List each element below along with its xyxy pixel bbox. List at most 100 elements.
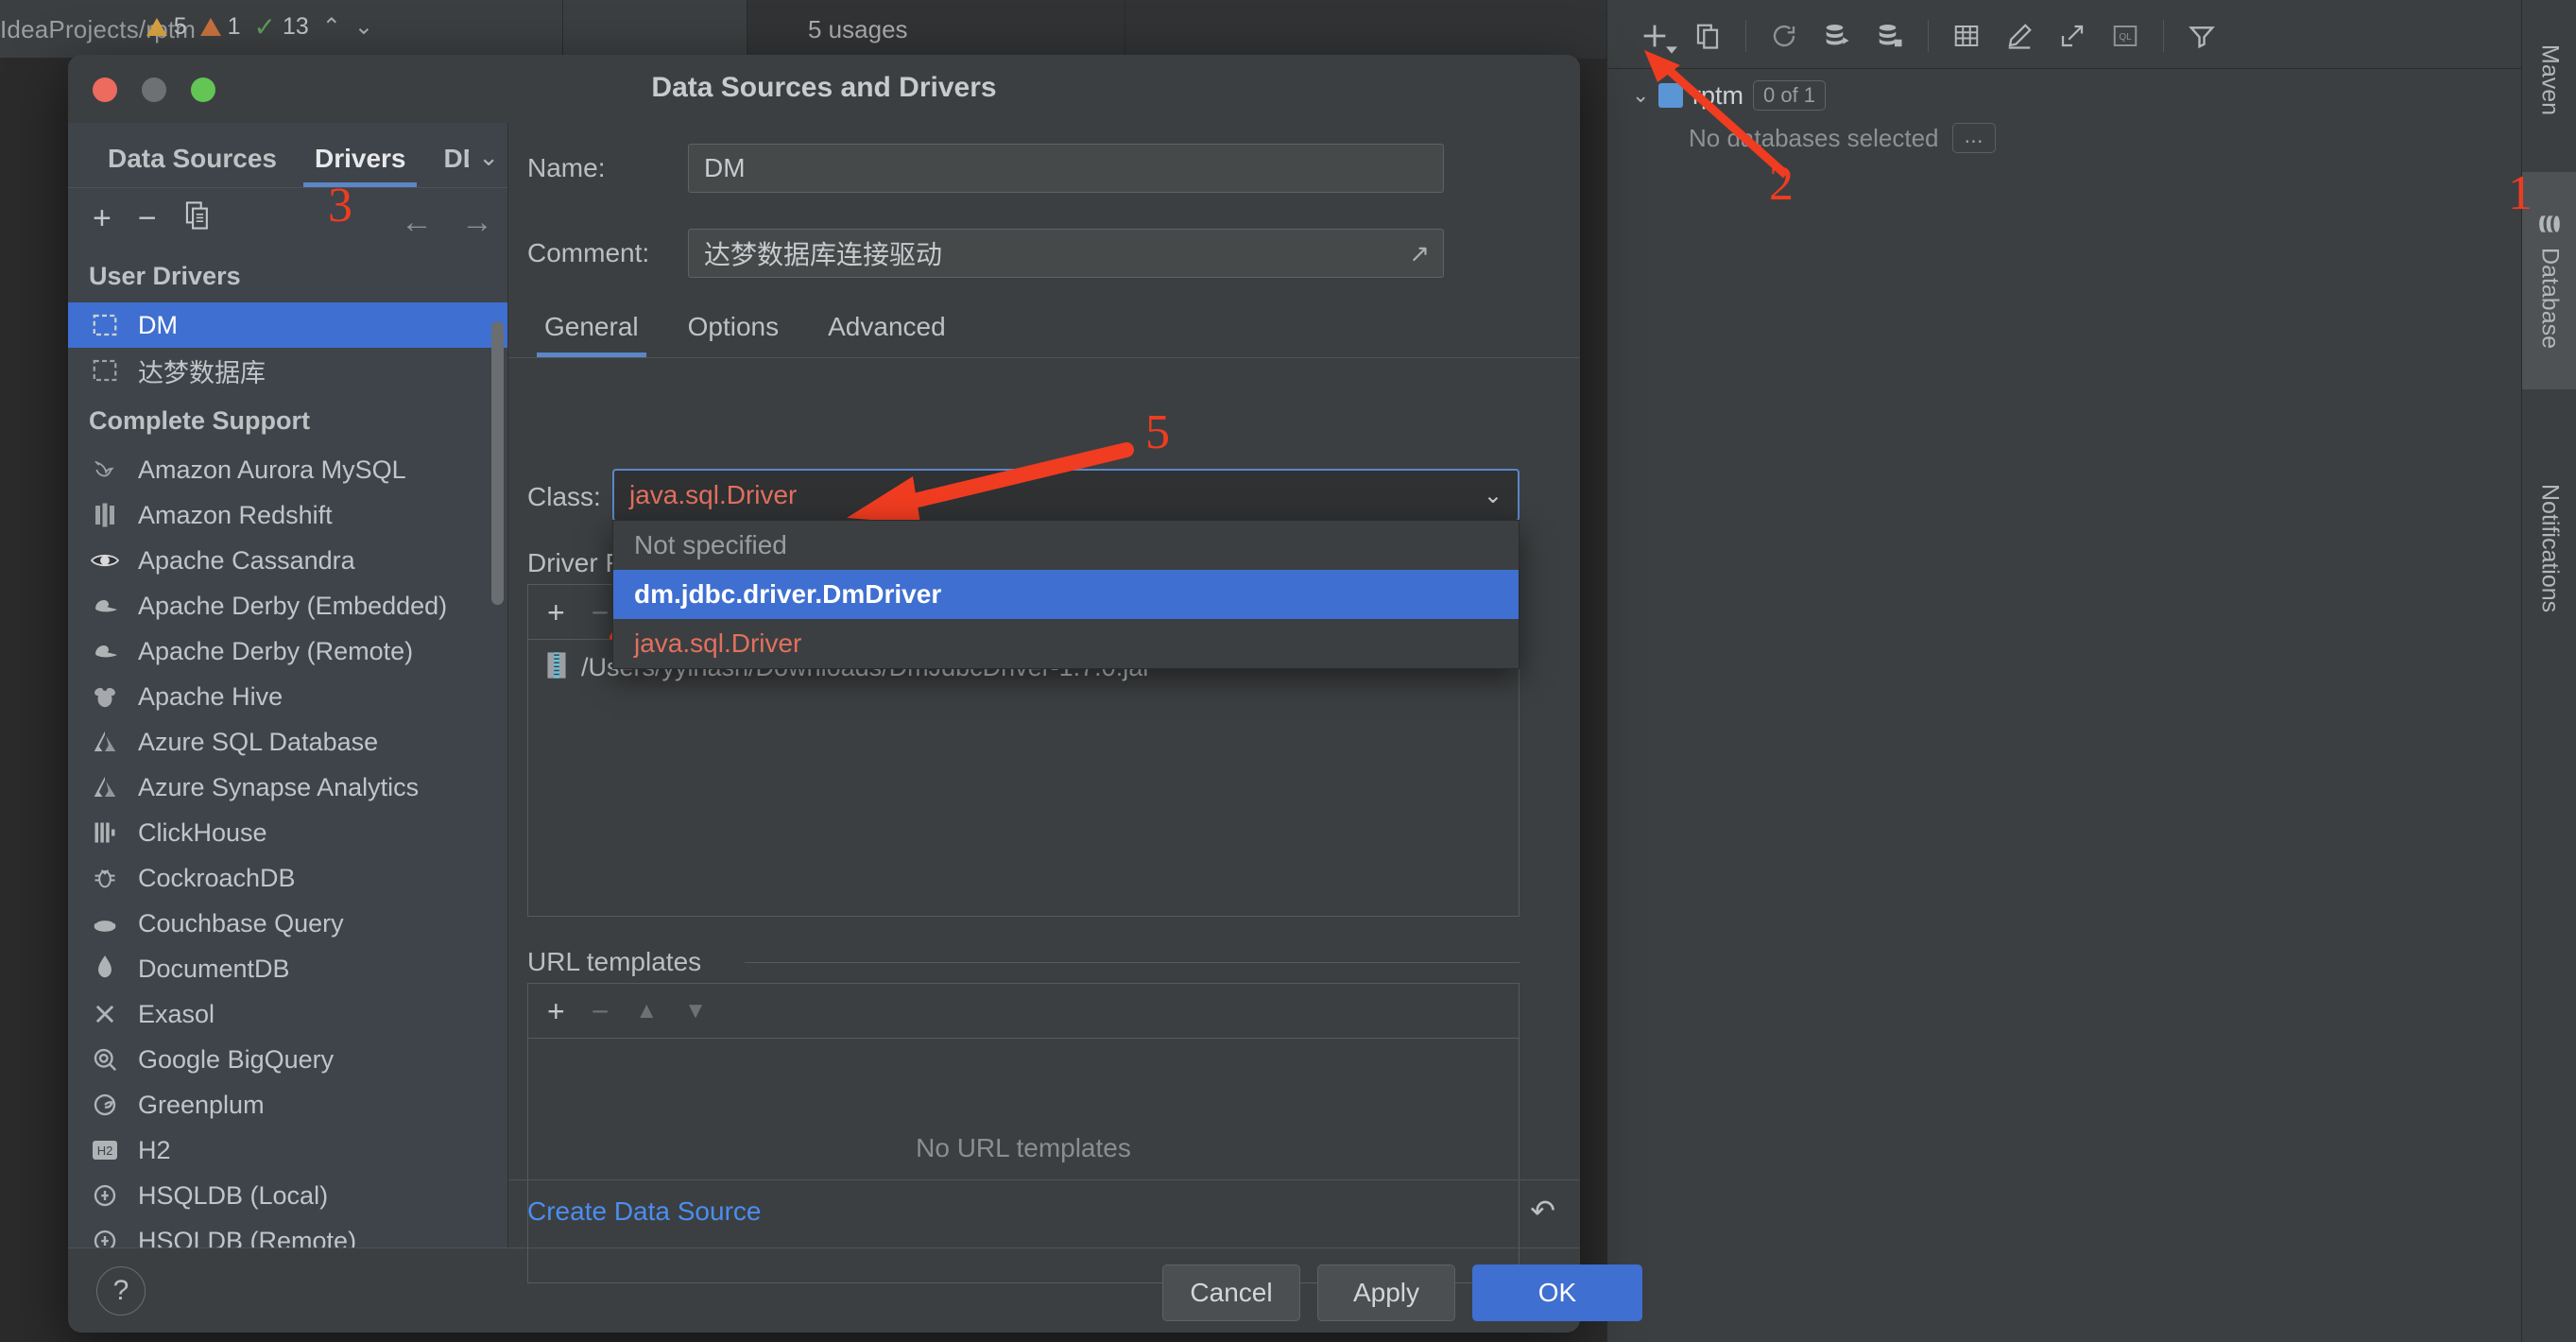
arrow-right-icon[interactable]: → — [461, 204, 493, 241]
driver-details-pane: Name: DM Comment: 达梦数据库连接驱动 ↗ General Op… — [508, 123, 1580, 1283]
driver-item-cockroachdb[interactable]: CockroachDB — [68, 855, 508, 901]
documentdb-icon — [89, 953, 121, 985]
comment-input[interactable]: 达梦数据库连接驱动 ↗ — [688, 229, 1444, 278]
tab-ddl-mappings[interactable]: DD — [424, 144, 469, 187]
move-down-icon[interactable]: ▼ — [684, 999, 707, 1023]
driver-item-dameng[interactable]: 达梦数据库 — [68, 348, 508, 393]
plus-icon[interactable]: + — [93, 202, 112, 234]
warning-triangle-icon — [146, 18, 167, 36]
class-combobox[interactable]: java.sql.Driver ⌄ — [612, 469, 1520, 522]
apply-button[interactable]: Apply — [1317, 1265, 1455, 1321]
drivers-list-scrollbar[interactable] — [491, 321, 504, 605]
tab-drivers[interactable]: Drivers — [296, 144, 425, 187]
hat-icon — [89, 590, 121, 622]
driver-item-apache-cassandra[interactable]: Apache Cassandra — [68, 538, 508, 583]
azure-icon — [89, 771, 121, 803]
chevron-down-icon[interactable]: ⌄ — [1632, 83, 1649, 108]
cancel-button[interactable]: Cancel — [1162, 1265, 1300, 1321]
name-input[interactable]: DM — [688, 144, 1444, 193]
class-dropdown-popup[interactable]: Not specified dm.jdbc.driver.DmDriver ja… — [612, 520, 1520, 669]
run-script-icon[interactable] — [1812, 13, 1862, 59]
chevron-down-icon[interactable]: ⌄ — [469, 143, 508, 187]
driver-item-hsqldb-remote[interactable]: HSQLDB (Remote) — [68, 1218, 508, 1247]
driver-item-dm[interactable]: DM — [68, 302, 508, 348]
warning-count[interactable]: 5 — [146, 13, 187, 41]
driver-item-hsqldb-local[interactable]: HSQLDB (Local) — [68, 1173, 508, 1218]
driver-label: DocumentDB — [138, 954, 290, 983]
error-count[interactable]: 1 — [199, 13, 241, 41]
copy-icon[interactable] — [1683, 13, 1732, 59]
expand-icon[interactable]: ↗ — [1409, 239, 1430, 268]
driver-item-greenplum[interactable]: Greenplum — [68, 1082, 508, 1127]
driver-item-azure-synapse-analytics[interactable]: Azure Synapse Analytics — [68, 765, 508, 810]
ok-button[interactable]: OK — [1472, 1265, 1642, 1321]
dropdown-option-not-specified[interactable]: Not specified — [613, 521, 1519, 570]
database-toolbar: QL — [1607, 8, 2522, 64]
h2-icon: H2 — [89, 1134, 121, 1166]
more-button[interactable]: ... — [1951, 123, 1996, 153]
minus-icon[interactable]: − — [592, 597, 610, 628]
driver-item-amazon-aurora-mysql[interactable]: Amazon Aurora MySQL — [68, 447, 508, 492]
jump-to-icon[interactable] — [2048, 13, 2097, 59]
minus-icon[interactable]: − — [592, 996, 610, 1026]
driver-label: Amazon Redshift — [138, 500, 333, 529]
refresh-icon[interactable] — [1760, 13, 1809, 59]
name-value: DM — [704, 153, 746, 182]
dropdown-option-java-sql-driver[interactable]: java.sql.Driver — [613, 619, 1519, 668]
driver-item-exasol[interactable]: Exasol — [68, 991, 508, 1037]
comment-value: 达梦数据库连接驱动 — [704, 240, 943, 269]
exasol-icon — [89, 998, 121, 1030]
help-button[interactable]: ? — [96, 1266, 146, 1316]
tree-row[interactable]: ⌄ rptm 0 of 1 — [1607, 74, 2522, 117]
table-icon[interactable] — [1942, 13, 1991, 59]
database-tool-window: QL ⌄ rptm 0 of 1 No databases selected .… — [1606, 0, 2522, 1342]
no-databases-label: No databases selected — [1689, 123, 1939, 152]
vertical-tab-maven[interactable]: Maven — [2522, 9, 2576, 151]
add-icon[interactable] — [1630, 13, 1679, 59]
tab-general[interactable]: General — [520, 312, 663, 357]
copy-icon[interactable] — [183, 200, 212, 236]
driver-item-azure-sql-database[interactable]: Azure SQL Database — [68, 719, 508, 765]
generic-driver-icon — [89, 309, 121, 341]
driver-item-apache-derby-embedded[interactable]: Apache Derby (Embedded) — [68, 583, 508, 628]
dropdown-option-dm-driver[interactable]: dm.jdbc.driver.DmDriver — [613, 570, 1519, 619]
database-tree: ⌄ rptm 0 of 1 No databases selected ... — [1607, 74, 2522, 159]
tab-options[interactable]: Options — [663, 312, 804, 357]
passed-count[interactable]: ✓ 13 — [254, 13, 309, 41]
chevron-down-icon[interactable]: ⌄ — [1484, 482, 1503, 509]
plus-icon[interactable]: + — [547, 597, 565, 628]
toolbar-divider — [1745, 20, 1746, 52]
plus-icon[interactable]: + — [547, 996, 565, 1026]
driver-item-apache-derby-remote[interactable]: Apache Derby (Remote) — [68, 628, 508, 674]
driver-item-apache-hive[interactable]: Apache Hive — [68, 674, 508, 719]
query-console-icon[interactable]: QL — [2101, 13, 2150, 59]
driver-item-h2[interactable]: H2 H2 — [68, 1127, 508, 1173]
driver-label: Azure Synapse Analytics — [138, 772, 420, 801]
drivers-list[interactable]: User Drivers DM 达梦数据库 Complete Support A… — [68, 249, 508, 1247]
revert-icon[interactable]: ↶ — [1530, 1193, 1555, 1229]
tab-advanced[interactable]: Advanced — [803, 312, 970, 357]
driver-item-clickhouse[interactable]: ClickHouse — [68, 810, 508, 855]
list-item[interactable]: No databases selected ... — [1607, 117, 2522, 159]
create-data-source-link[interactable]: Create Data Source — [527, 1196, 761, 1227]
tab-data-sources[interactable]: Data Sources — [89, 144, 296, 187]
vertical-tab-label: Database — [2536, 248, 2564, 350]
screen: IdeaProjects/rptm 5 usages 5 1 ✓ 13 ⌃ ⌄ — [0, 0, 2576, 1342]
dialog-action-bar: Create Data Source ↶ — [508, 1179, 1580, 1247]
driver-item-couchbase-query[interactable]: Couchbase Query — [68, 901, 508, 946]
driver-item-google-bigquery[interactable]: Google BigQuery — [68, 1037, 508, 1082]
database-drop-icon[interactable] — [1865, 13, 1915, 59]
chevron-down-icon[interactable]: ⌄ — [354, 13, 373, 41]
annotation-5: 5 — [1145, 405, 1170, 459]
minus-icon[interactable]: − — [138, 202, 157, 234]
chevron-up-icon[interactable]: ⌃ — [322, 13, 341, 41]
edit-icon[interactable] — [1995, 13, 2044, 59]
driver-item-amazon-redshift[interactable]: Amazon Redshift — [68, 492, 508, 538]
project-db-icon — [1658, 83, 1683, 108]
dialog-footer: ? Cancel Apply OK — [68, 1247, 1642, 1333]
filter-icon[interactable] — [2177, 13, 2226, 59]
driver-item-documentdb[interactable]: DocumentDB — [68, 946, 508, 991]
move-up-icon[interactable]: ▲ — [635, 999, 658, 1023]
vertical-tab-notifications[interactable]: Notifications — [2522, 416, 2576, 680]
arrow-left-icon[interactable]: ← — [401, 204, 433, 241]
